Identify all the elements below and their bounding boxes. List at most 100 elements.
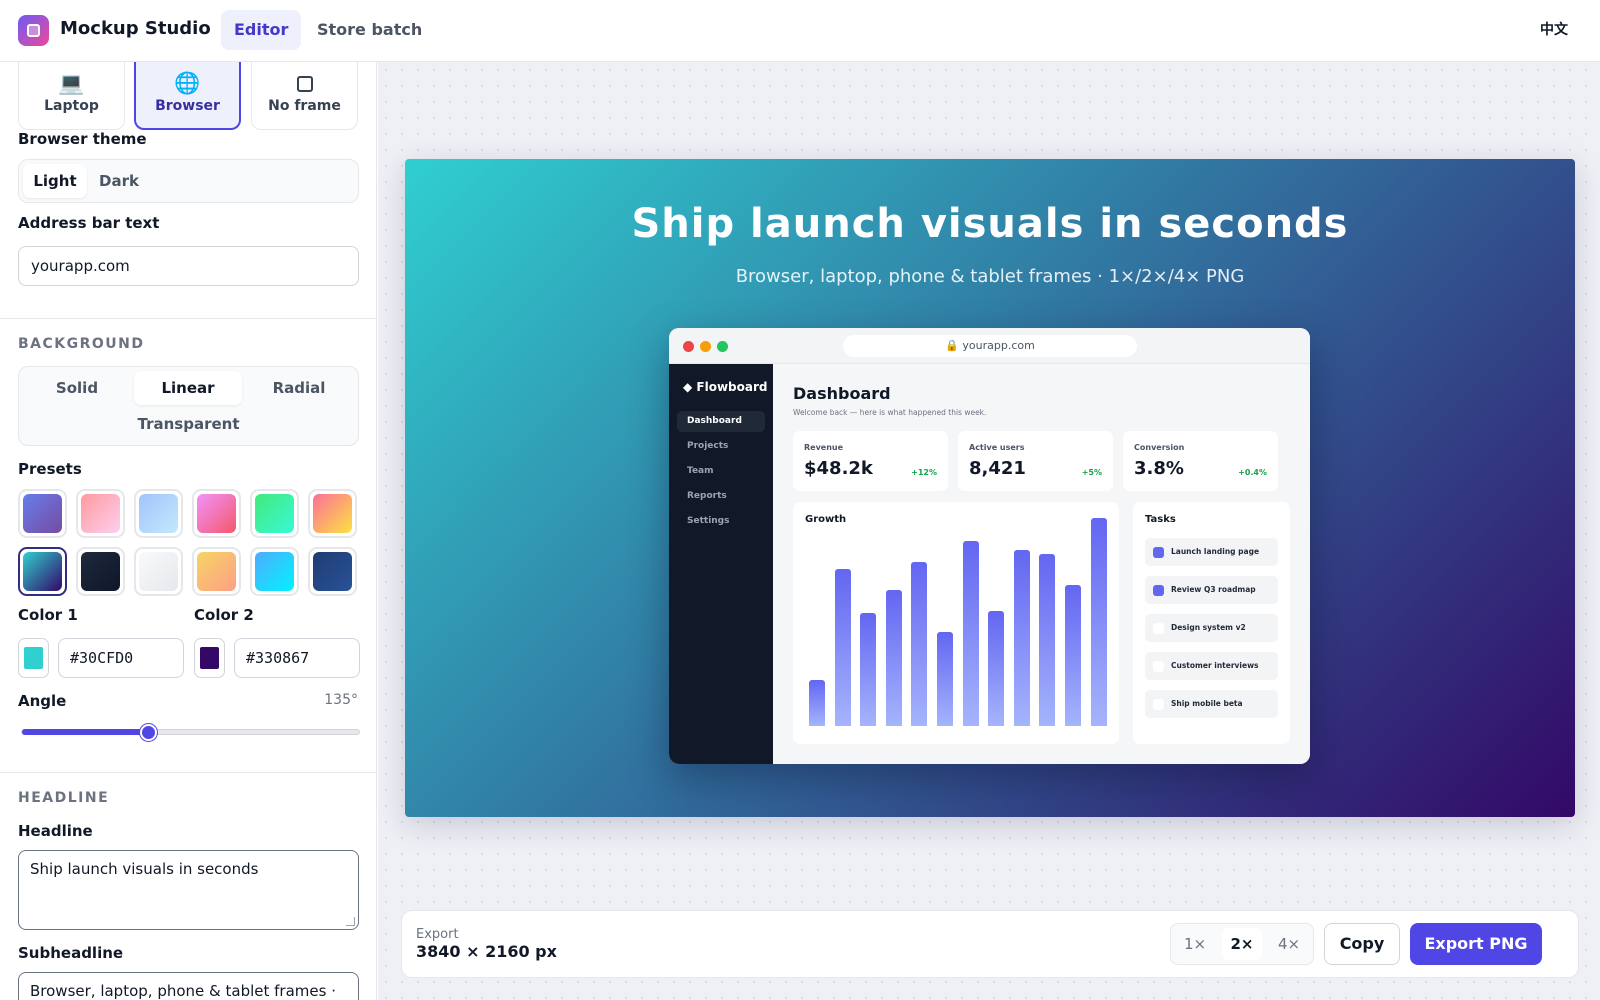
close-dot-icon (683, 341, 694, 352)
app-page-title: Dashboard (793, 384, 891, 403)
settings-sidebar[interactable]: 💻 Laptop 🌐 Browser No frame Browser them… (0, 62, 377, 1000)
growth-bar (988, 610, 1005, 726)
growth-bar (1090, 518, 1107, 726)
export-size: 3840 × 2160 px (416, 942, 557, 961)
export-scale-toggle: 1× 2× 4× (1170, 923, 1314, 965)
laptop-icon: 💻 (58, 71, 85, 95)
minimize-dot-icon (700, 341, 711, 352)
angle-slider-fill (22, 729, 149, 735)
angle-value: 135° (324, 692, 358, 708)
checkbox-icon (1153, 623, 1164, 634)
color2-swatch (200, 647, 219, 669)
export-bar: Export 3840 × 2160 px 1× 2× 4× Copy Expo… (401, 910, 1579, 978)
preset-swatch[interactable] (134, 489, 183, 538)
task-label: Customer interviews (1171, 661, 1259, 670)
preset-swatch[interactable] (192, 489, 241, 538)
app-brand: ◆ Flowboard (683, 380, 768, 394)
language-toggle[interactable]: 中文 (1540, 19, 1568, 39)
browser-theme-toggle: Light Dark (18, 159, 359, 203)
preset-swatch-fill (23, 494, 62, 533)
headline-textarea[interactable]: Ship launch visuals in seconds (18, 850, 359, 930)
scale-option-2x[interactable]: 2× (1222, 928, 1262, 960)
headline-label: Headline (18, 822, 93, 840)
color1-picker[interactable] (18, 638, 49, 678)
angle-slider-thumb[interactable] (140, 724, 158, 741)
color1-hex-input[interactable]: #30CFD0 (58, 638, 184, 678)
frame-option-browser[interactable]: 🌐 Browser (134, 62, 241, 130)
bg-type-linear[interactable]: Linear (134, 371, 242, 405)
color2-hex-input[interactable]: #330867 (234, 638, 360, 678)
preset-swatch[interactable] (76, 489, 125, 538)
growth-bar (1039, 553, 1056, 726)
export-png-button[interactable]: Export PNG (1410, 923, 1542, 965)
preset-swatch-fill (197, 494, 236, 533)
tasks-card: Tasks Launch landing page Review Q3 roadm… (1133, 502, 1290, 744)
task-item: Launch landing page (1145, 538, 1278, 566)
subheadline-text: Browser, laptop, phone & tablet frames · (30, 982, 336, 1000)
color1-label: Color 1 (18, 606, 78, 624)
preset-swatch[interactable] (18, 547, 67, 596)
preset-swatch[interactable] (18, 489, 67, 538)
square-icon (296, 76, 313, 92)
stat-value: 8,421 (969, 458, 1026, 479)
bg-type-solid[interactable]: Solid (22, 371, 132, 405)
scale-option-1x[interactable]: 1× (1175, 928, 1215, 960)
globe-icon: 🌐 (174, 71, 201, 95)
tab-editor[interactable]: Editor (221, 10, 302, 50)
preset-swatch-fill (313, 552, 352, 591)
task-label: Ship mobile beta (1171, 699, 1243, 708)
preset-swatch[interactable] (192, 547, 241, 596)
frame-option-laptop[interactable]: 💻 Laptop (18, 62, 125, 130)
growth-bar (962, 541, 979, 726)
growth-bar (834, 568, 851, 726)
preset-swatch[interactable] (134, 547, 183, 596)
preset-swatch-fill (139, 494, 178, 533)
stat-label: Active users (969, 443, 1025, 452)
task-item: Ship mobile beta (1145, 690, 1278, 718)
browser-url-bar: 🔒 yourapp.com (843, 335, 1137, 357)
checkbox-icon (1153, 699, 1164, 710)
task-item: Customer interviews (1145, 652, 1278, 680)
preview-headline: Ship launch visuals in seconds (631, 201, 1349, 247)
stat-card-conversion: Conversion 3.8% +0.4% (1123, 431, 1278, 491)
copy-button[interactable]: Copy (1324, 923, 1400, 965)
tasks-title: Tasks (1145, 514, 1176, 525)
preset-swatch[interactable] (308, 547, 357, 596)
browser-frame: 🔒 yourapp.com ◆ Flowboard Dashboard Proj… (669, 328, 1310, 764)
stat-label: Revenue (804, 443, 844, 452)
bg-type-transparent[interactable]: Transparent (22, 407, 355, 441)
address-bar-input[interactable]: yourapp.com (18, 246, 359, 286)
preset-swatch[interactable] (250, 489, 299, 538)
top-bar: Mockup Studio Editor Store batch 中文 (0, 0, 1600, 62)
preset-swatch-fill (255, 552, 294, 591)
browser-toolbar: 🔒 yourapp.com (669, 328, 1310, 364)
preset-swatch[interactable] (76, 547, 125, 596)
frame-option-no-frame[interactable]: No frame (251, 62, 358, 130)
color2-picker[interactable] (194, 638, 225, 678)
subheadline-textarea[interactable]: Browser, laptop, phone & tablet frames · (18, 972, 359, 1000)
bg-type-radial[interactable]: Radial (244, 371, 354, 405)
scale-option-4x[interactable]: 4× (1269, 928, 1309, 960)
resize-handle-icon[interactable] (346, 917, 355, 926)
growth-bar (860, 612, 877, 726)
stat-delta: +12% (911, 468, 937, 477)
angle-slider[interactable] (21, 724, 360, 741)
theme-option-dark[interactable]: Dark (89, 164, 149, 198)
growth-bar (911, 562, 928, 726)
app-sidebar: ◆ Flowboard Dashboard Projects Team Repo… (669, 364, 773, 764)
mockup-artboard[interactable]: Ship launch visuals in seconds Browser, … (405, 159, 1575, 817)
growth-bar (937, 631, 953, 726)
app-logo-icon (18, 15, 49, 46)
stat-label: Conversion (1134, 443, 1185, 452)
growth-chart-title: Growth (805, 514, 847, 525)
growth-bar (1065, 585, 1081, 726)
preset-swatch[interactable] (250, 547, 299, 596)
checkbox-icon (1153, 547, 1164, 558)
preset-swatch[interactable] (308, 489, 357, 538)
preview-canvas: Ship launch visuals in seconds Browser, … (378, 62, 1600, 1000)
theme-option-light[interactable]: Light (23, 164, 87, 198)
app-nav-reports: Reports (687, 491, 727, 501)
tab-store-batch[interactable]: Store batch (304, 10, 435, 50)
background-type-toggle: Solid Linear Radial Transparent (18, 366, 359, 446)
app-nav-projects: Projects (687, 441, 729, 451)
